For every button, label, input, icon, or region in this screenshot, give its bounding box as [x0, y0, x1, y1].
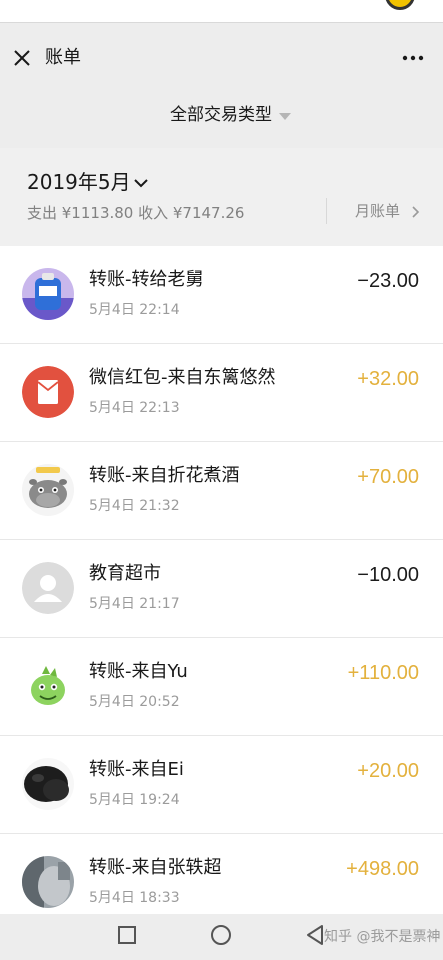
home-icon[interactable]: [211, 925, 231, 945]
month-selector[interactable]: 2019年5月: [27, 168, 131, 196]
transaction-row[interactable]: 转账-来自Ei 5月4日 19:24 +20.00: [0, 736, 443, 834]
transaction-row[interactable]: 微信红包-来自东篱悠然 5月4日 22:13 +32.00: [0, 344, 443, 442]
system-navigation-bar: 知乎 @我不是票神: [0, 914, 443, 960]
monthly-bill-link[interactable]: 月账单: [355, 201, 400, 221]
transaction-title: 转账-来自张轶超: [89, 857, 222, 878]
transaction-title: 教育超市: [89, 563, 161, 584]
transaction-time: 5月4日 22:13: [89, 400, 180, 416]
default-user-avatar: [22, 562, 74, 614]
dark-photo-avatar: [22, 758, 74, 810]
transaction-time: 5月4日 19:24: [89, 792, 180, 808]
chevron-down-icon[interactable]: [134, 178, 148, 188]
hippo-cartoon-avatar: [22, 464, 74, 516]
close-icon[interactable]: [12, 48, 32, 68]
transaction-time: 5月4日 21:17: [89, 596, 180, 612]
transaction-amount: +70.00: [357, 466, 419, 488]
recent-apps-icon[interactable]: [118, 926, 136, 944]
transaction-amount: +20.00: [357, 760, 419, 782]
transaction-amount: −10.00: [357, 564, 419, 586]
top-strip: [0, 0, 443, 23]
transaction-title: 转账-来自折花煮酒: [89, 465, 240, 486]
transaction-time: 5月4日 18:33: [89, 890, 180, 906]
transaction-time: 5月4日 21:32: [89, 498, 180, 514]
caret-down-icon: [279, 113, 291, 120]
transaction-amount: +498.00: [346, 858, 419, 880]
transaction-time: 5月4日 22:14: [89, 302, 180, 318]
transaction-row[interactable]: 转账-来自折花煮酒 5月4日 21:32 +70.00: [0, 442, 443, 540]
back-icon[interactable]: [304, 924, 326, 946]
green-dinosaur-avatar: [22, 660, 74, 712]
gray-photo-avatar: [22, 856, 74, 908]
watermark: 知乎 @我不是票神: [324, 929, 441, 945]
header: 账单: [0, 22, 443, 92]
more-icon[interactable]: [401, 48, 425, 68]
divider: [326, 198, 327, 224]
transaction-time: 5月4日 20:52: [89, 694, 180, 710]
chevron-right-icon[interactable]: [412, 206, 420, 218]
transaction-row[interactable]: 教育超市 5月4日 21:17 −10.00: [0, 540, 443, 638]
purple-photo-avatar: [22, 268, 74, 320]
transaction-row[interactable]: 转账-来自张轶超 5月4日 18:33 +498.00: [0, 834, 443, 914]
month-totals: 支出 ¥1113.80 收入 ¥7147.26: [27, 204, 245, 222]
mascot-badge-icon: [385, 0, 415, 10]
month-summary-panel: 2019年5月 支出 ¥1113.80 收入 ¥7147.26 月账单: [0, 148, 443, 246]
transaction-row[interactable]: 转账-转给老舅 5月4日 22:14 −23.00: [0, 246, 443, 344]
cropped-top-text: [14, 0, 18, 9]
transaction-title: 微信红包-来自东篱悠然: [89, 367, 276, 388]
transaction-title: 转账-来自Yu: [89, 661, 188, 682]
transaction-type-filter[interactable]: 全部交易类型: [0, 92, 443, 142]
transaction-title: 转账-来自Ei: [89, 759, 184, 780]
red-envelope-icon: [22, 366, 74, 418]
transaction-row[interactable]: 转账-来自Yu 5月4日 20:52 +110.00: [0, 638, 443, 736]
transaction-amount: −23.00: [357, 270, 419, 292]
transaction-amount: +32.00: [357, 368, 419, 390]
filter-label: 全部交易类型: [170, 105, 272, 125]
transaction-amount: +110.00: [347, 662, 419, 684]
transaction-list: 转账-转给老舅 5月4日 22:14 −23.00 微信红包-来自东篱悠然 5月…: [0, 246, 443, 914]
page-title: 账单: [45, 47, 81, 68]
transaction-title: 转账-转给老舅: [89, 269, 204, 290]
